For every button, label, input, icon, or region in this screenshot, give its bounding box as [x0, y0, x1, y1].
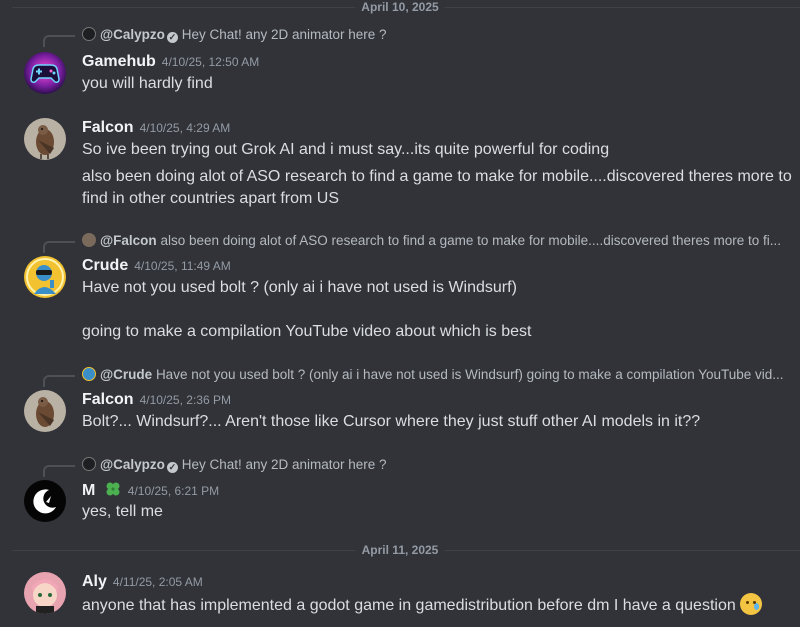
message-text: So ive been trying out Grok AI and i mus… — [82, 141, 610, 158]
reply-avatar-icon — [82, 367, 96, 381]
reply-spine — [43, 35, 75, 47]
reply-author[interactable]: @Crude — [100, 367, 152, 382]
timestamp: 4/10/25, 11:49 AM — [134, 259, 231, 273]
verified-badge-icon: ✓ — [166, 32, 178, 43]
message-text: yes, tell me — [82, 503, 163, 520]
date-divider: April 11, 2025 — [0, 543, 800, 557]
message-text: going to make a compilation YouTube vide… — [82, 323, 532, 340]
reply-preview[interactable]: @Calypzo ✓ Hey Chat! any 2D animator here… — [82, 26, 792, 44]
reply-spine — [43, 375, 75, 387]
reply-preview[interactable]: @Calypzo ✓ Hey Chat! any 2D animator here… — [82, 456, 792, 474]
crude-avatar-icon — [24, 256, 66, 298]
falcon-avatar-icon — [24, 118, 66, 160]
aly-avatar-icon — [24, 572, 66, 614]
reply-preview[interactable]: @Crude Have not you used bolt ? (only ai… — [82, 366, 792, 384]
avatar[interactable] — [24, 118, 66, 160]
timestamp: 4/11/25, 2:05 AM — [112, 575, 203, 589]
reply-author[interactable]: @Falcon — [100, 233, 157, 248]
message-text: also been doing alot of ASO research to … — [82, 168, 792, 185]
face-holding-back-tears-emoji — [739, 593, 762, 615]
reply-avatar-icon — [82, 233, 96, 247]
author-name[interactable]: Falcon — [82, 391, 134, 408]
author-name[interactable]: Falcon — [82, 119, 134, 136]
timestamp: 4/10/25, 6:21 PM — [127, 484, 220, 498]
reply-text: Have not you used bolt ? (only ai i have… — [155, 367, 784, 382]
avatar[interactable] — [24, 256, 66, 298]
verified-badge-icon: ✓ — [166, 462, 178, 473]
crescent-moon-avatar-icon — [24, 480, 66, 522]
reply-avatar-icon — [82, 27, 96, 41]
message-text: anyone that has implemented a godot game… — [82, 597, 736, 614]
reply-text: also been doing alot of ASO research to … — [160, 233, 782, 248]
four-leaf-clover-icon — [106, 482, 120, 496]
message-text: Bolt?... Windsurf?... Aren't those like … — [82, 413, 701, 430]
reply-avatar-icon — [82, 457, 96, 471]
reply-spine — [43, 241, 75, 253]
reply-author[interactable]: @Calypzo — [100, 27, 165, 42]
message-text: find in other countries apart from US — [82, 190, 340, 207]
timestamp: 4/10/25, 4:29 AM — [139, 121, 231, 135]
gamepad-avatar-icon — [24, 52, 66, 94]
message-text-row: anyone that has implemented a godot game… — [82, 593, 762, 617]
author-name[interactable]: Crude — [82, 257, 128, 274]
date-divider-label: April 10, 2025 — [355, 0, 445, 14]
timestamp: 4/10/25, 2:36 PM — [139, 393, 231, 407]
avatar[interactable] — [24, 480, 66, 522]
message-text: Have not you used bolt ? (only ai i have… — [82, 279, 517, 296]
reply-text: Hey Chat! any 2D animator here ? — [181, 457, 387, 472]
reply-preview[interactable]: @Falcon also been doing alot of ASO rese… — [82, 232, 792, 250]
author-name[interactable]: Aly — [82, 573, 107, 590]
reply-author[interactable]: @Calypzo — [100, 457, 165, 472]
avatar[interactable] — [24, 572, 66, 614]
avatar[interactable] — [24, 52, 66, 94]
message-text: you will hardly find — [82, 75, 213, 92]
reply-spine — [43, 465, 75, 477]
author-name[interactable]: M — [82, 482, 95, 499]
date-divider-label: April 11, 2025 — [355, 543, 445, 557]
falcon-avatar-icon — [24, 390, 66, 432]
avatar[interactable] — [24, 390, 66, 432]
date-divider: April 10, 2025 — [0, 0, 800, 14]
reply-text: Hey Chat! any 2D animator here ? — [181, 27, 387, 42]
author-name[interactable]: Gamehub — [82, 53, 156, 70]
timestamp: 4/10/25, 12:50 AM — [161, 55, 260, 69]
